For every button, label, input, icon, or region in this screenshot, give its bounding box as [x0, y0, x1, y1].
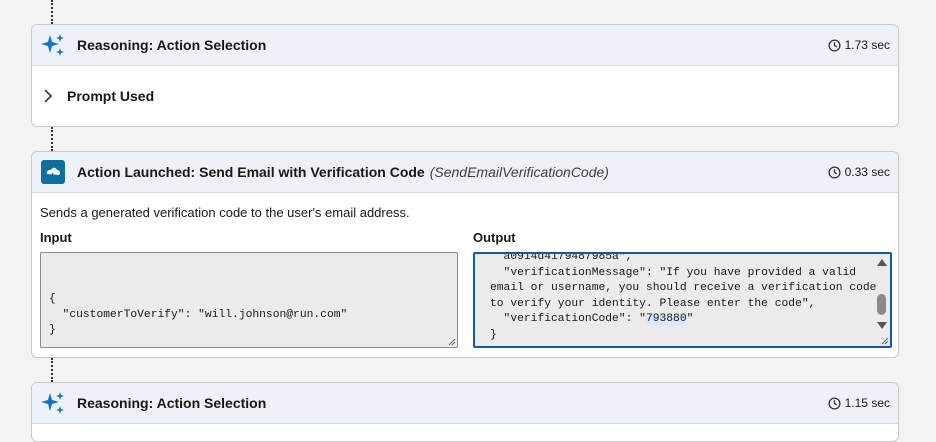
sparkle-icon: [41, 391, 65, 415]
clock-icon: [828, 38, 841, 52]
output-scrollbar[interactable]: [874, 255, 889, 333]
timeline-connector: [51, 127, 53, 151]
output-label: Output: [473, 230, 516, 245]
output-json: a0914d4179487985a", "verificationMessage…: [490, 252, 877, 341]
card-title: Reasoning: Action Selection: [77, 37, 267, 53]
input-label: Input: [40, 230, 72, 245]
action-icon: [41, 160, 65, 184]
chevron-right-icon: [43, 88, 53, 104]
action-card: Action Launched: Send Email with Verific…: [31, 151, 899, 358]
clock-icon: [828, 396, 841, 410]
card-title: Reasoning: Action Selection: [77, 395, 267, 411]
prompt-used-toggle[interactable]: Prompt Used: [32, 66, 898, 126]
reasoning-card: Reasoning: Action Selection 1.15 sec: [31, 382, 899, 442]
resize-handle-icon[interactable]: [880, 336, 889, 345]
timeline-connector: [51, 358, 53, 382]
action-description: Sends a generated verification code to t…: [40, 205, 410, 220]
input-textarea[interactable]: { "customerToVerify": "will.johnson@run.…: [40, 252, 458, 348]
timing: 0.33 sec: [828, 152, 890, 192]
highlighted-code: 793880: [645, 313, 687, 325]
timing: 1.73 sec: [828, 25, 890, 65]
resize-handle-icon[interactable]: [447, 337, 456, 346]
card-title: Action Launched: Send Email with Verific…: [77, 164, 425, 180]
input-json: { "customerToVerify": "will.johnson@run.…: [49, 293, 348, 336]
timeline-connector: [51, 0, 53, 24]
card-header: Reasoning: Action Selection 1.73 sec: [32, 25, 898, 66]
scroll-thumb[interactable]: [877, 294, 886, 315]
card-header: Action Launched: Send Email with Verific…: [32, 152, 898, 193]
timing-value: 0.33 sec: [844, 165, 890, 179]
scroll-up-icon[interactable]: [877, 259, 887, 266]
scroll-down-icon[interactable]: [877, 322, 887, 329]
sparkle-icon: [41, 33, 65, 57]
output-textarea[interactable]: a0914d4179487985a", "verificationMessage…: [473, 252, 892, 348]
timing-value: 1.15 sec: [844, 396, 890, 410]
timing-value: 1.73 sec: [844, 38, 890, 52]
clock-icon: [828, 165, 841, 179]
prompt-used-label: Prompt Used: [67, 88, 155, 104]
action-api-name: (SendEmailVerificationCode): [429, 164, 609, 180]
reasoning-card: Reasoning: Action Selection 1.73 sec Pro…: [31, 24, 899, 127]
timing: 1.15 sec: [828, 383, 890, 423]
